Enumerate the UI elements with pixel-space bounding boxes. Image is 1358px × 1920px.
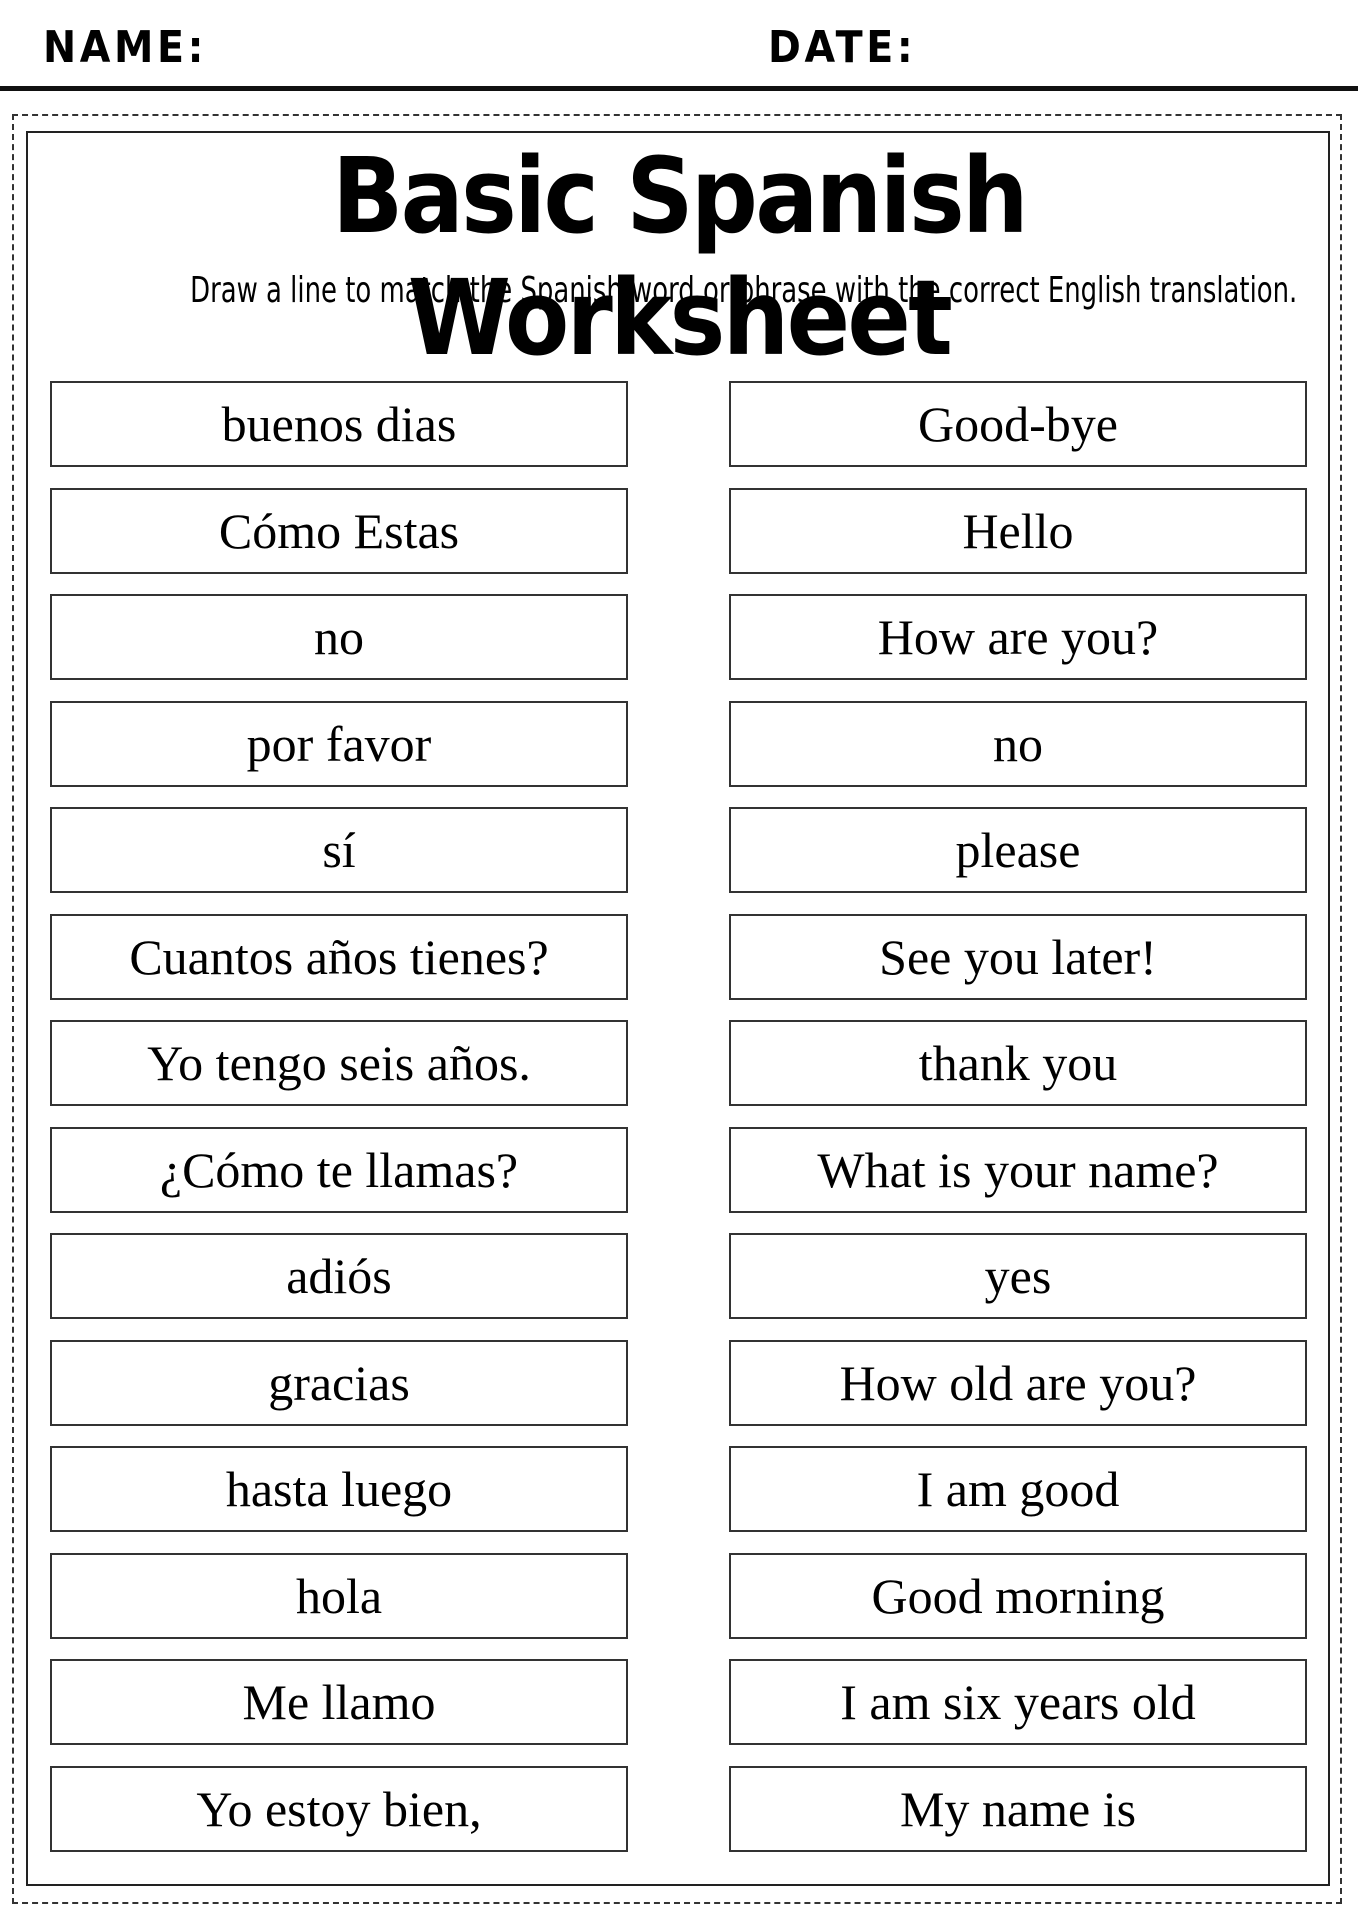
header-divider: [0, 86, 1358, 91]
english-term-box[interactable]: My name is: [729, 1765, 1307, 1852]
spanish-term-box[interactable]: Yo estoy bien,: [50, 1765, 628, 1852]
english-column: Good-bye Hello How are you? no please See you…: [729, 381, 1307, 1872]
spanish-term-box[interactable]: Me llamo: [50, 1659, 628, 1745]
english-term-box[interactable]: yes: [729, 1233, 1307, 1319]
spanish-term-box[interactable]: buenos dias: [50, 381, 628, 467]
spanish-term-box[interactable]: ¿Cómo te llamas?: [50, 1126, 628, 1213]
english-term-box[interactable]: please: [729, 807, 1307, 893]
english-term-box[interactable]: Good-bye: [729, 381, 1307, 467]
english-term-box[interactable]: no: [729, 700, 1307, 787]
spanish-term-box[interactable]: Yo tengo seis años.: [50, 1020, 628, 1106]
english-term-box[interactable]: I am six years old: [729, 1659, 1307, 1745]
spanish-term-box[interactable]: sí: [50, 807, 628, 893]
spanish-term-box[interactable]: adiós: [50, 1233, 628, 1319]
spanish-column: buenos dias Cómo Estas no por favor sí Cuanto…: [50, 381, 628, 1872]
name-label: NAME:: [43, 22, 208, 73]
instructions: Draw a line to match the Spanish word or…: [190, 270, 1298, 311]
spanish-term-box[interactable]: Cómo Estas: [50, 487, 628, 574]
english-term-box[interactable]: What is your name?: [729, 1126, 1307, 1213]
spanish-term-box[interactable]: no: [50, 594, 628, 680]
spanish-term-box[interactable]: por favor: [50, 700, 628, 787]
spanish-term-box[interactable]: Cuantos años tienes?: [50, 913, 628, 1000]
english-term-box[interactable]: How are you?: [729, 594, 1307, 680]
spanish-term-box[interactable]: gracias: [50, 1339, 628, 1426]
spanish-term-box[interactable]: hola: [50, 1552, 628, 1639]
english-term-box[interactable]: Hello: [729, 487, 1307, 574]
worksheet-title: Basic Spanish Worksheet: [332, 135, 1029, 379]
english-term-box[interactable]: How old are you?: [729, 1339, 1307, 1426]
english-term-box[interactable]: I am good: [729, 1446, 1307, 1532]
date-label: DATE:: [768, 22, 917, 73]
spanish-term-box[interactable]: hasta luego: [50, 1446, 628, 1532]
english-term-box[interactable]: thank you: [729, 1020, 1307, 1106]
english-term-box[interactable]: Good morning: [729, 1552, 1307, 1639]
english-term-box[interactable]: See you later!: [729, 913, 1307, 1000]
